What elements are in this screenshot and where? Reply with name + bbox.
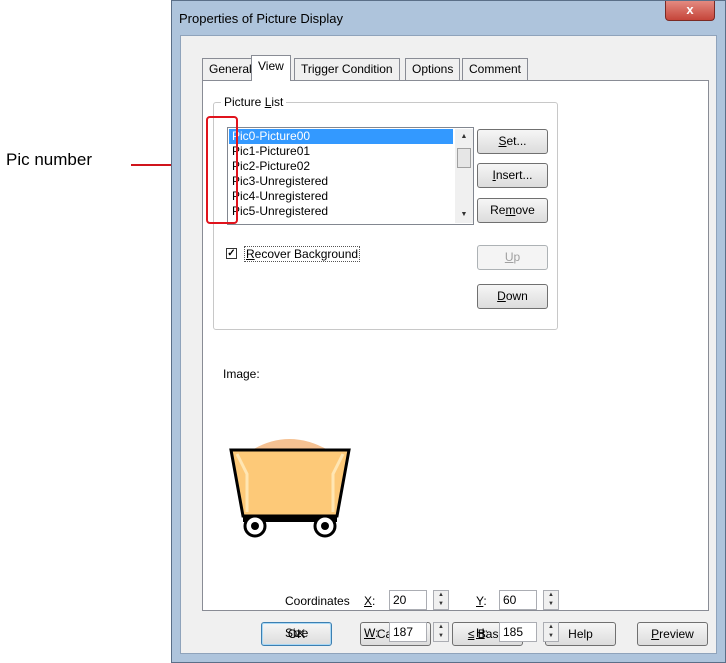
scroll-up-arrow-icon[interactable]: ▲: [455, 130, 473, 144]
preview-button[interactable]: Preview: [637, 622, 708, 646]
tab-view[interactable]: View: [251, 55, 291, 81]
mine-cart-icon: [229, 439, 351, 538]
remove-button[interactable]: Remove: [477, 198, 548, 223]
tab-comment[interactable]: Comment: [462, 58, 529, 80]
scroll-thumb[interactable]: [457, 148, 471, 168]
close-button[interactable]: x: [665, 1, 715, 21]
image-label: Image:: [223, 367, 260, 381]
list-item[interactable]: Pic5-Unregistered: [229, 204, 453, 219]
coordinates-label: Coordinates: [285, 594, 350, 608]
list-item[interactable]: Pic3-Unregistered: [229, 174, 453, 189]
list-item[interactable]: Pic1-Picture01: [229, 144, 453, 159]
recover-background-label[interactable]: Recover Background: [244, 246, 361, 262]
list-item[interactable]: Pic0-Picture00: [229, 129, 453, 144]
height-input[interactable]: 185: [499, 622, 537, 642]
h-label: H:: [476, 626, 489, 640]
w-label: W:: [364, 626, 379, 640]
picture-listbox[interactable]: Pic0-Picture00 Pic1-Picture01 Pic2-Pictu…: [227, 127, 474, 225]
height-spin-button[interactable]: ▲ ▼: [543, 622, 559, 642]
picture-list-group-label: Picture List: [221, 95, 287, 109]
recover-background-checkbox[interactable]: ✓: [226, 248, 237, 259]
size-label: Size: [285, 626, 309, 640]
scroll-down-arrow-icon[interactable]: ▼: [455, 208, 473, 222]
x-spin-button[interactable]: ▲ ▼: [433, 590, 449, 610]
y-spin-button[interactable]: ▲ ▼: [543, 590, 559, 610]
window-title: Properties of Picture Display: [179, 11, 344, 26]
down-button[interactable]: Down: [477, 284, 548, 309]
width-input[interactable]: 187: [389, 622, 427, 642]
tab-trigger-condition[interactable]: Trigger Condition: [294, 58, 400, 80]
annotation-label: Pic number: [6, 150, 92, 169]
list-scrollbar[interactable]: ▲ ▼: [455, 129, 473, 223]
pic-number-highlight: [206, 116, 238, 224]
properties-dialog: Properties of Picture Display x General …: [171, 0, 726, 663]
width-spin-button[interactable]: ▲ ▼: [433, 622, 449, 642]
view-tab-panel: Picture List Pic0-Picture00 Pic1-Picture…: [202, 80, 709, 642]
y-label: Y:: [476, 594, 487, 608]
list-item[interactable]: Pic4-Unregistered: [229, 189, 453, 204]
set-button[interactable]: Set...: [477, 129, 548, 154]
picture-list-group: Picture List Pic0-Picture00 Pic1-Picture…: [213, 95, 558, 330]
insert-button[interactable]: Insert...: [477, 163, 548, 188]
dialog-client-area: General View Trigger Condition Options C…: [180, 35, 717, 654]
up-button[interactable]: Up: [477, 245, 548, 270]
y-coordinate-input[interactable]: 60: [499, 590, 537, 610]
list-item[interactable]: Pic2-Picture02: [229, 159, 453, 174]
x-coordinate-input[interactable]: 20: [389, 590, 427, 610]
x-label: X:: [364, 594, 376, 608]
tab-options[interactable]: Options: [405, 58, 461, 80]
